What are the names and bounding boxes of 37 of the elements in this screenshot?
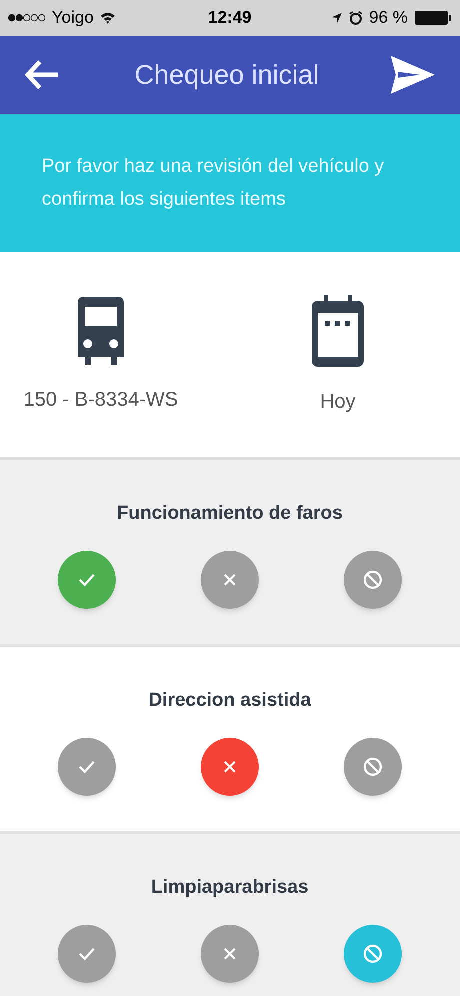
close-icon: [222, 572, 237, 586]
prohibited-icon: [362, 570, 383, 590]
check-title: Limpiaparabrisas: [151, 876, 309, 900]
battery-percentage: 96 %: [369, 7, 408, 30]
inspection-date: Hoy: [320, 390, 356, 414]
location-arrow-icon: [331, 12, 344, 24]
instruction-text: Por favor haz una revisión del vehículo y confirma los siguientes items: [42, 155, 386, 212]
cross-button[interactable]: [200, 924, 259, 982]
check-icon: [78, 946, 96, 960]
close-icon: [222, 760, 237, 774]
clock: 12:49: [208, 7, 252, 30]
send-icon: [390, 55, 436, 95]
check-icon: [78, 572, 96, 586]
check-button[interactable]: [58, 550, 116, 608]
back-arrow-icon: [24, 59, 60, 91]
calendar-icon: [310, 292, 366, 368]
carrier-name: Yoigo: [52, 7, 94, 30]
prohibited-icon: [362, 756, 383, 776]
cross-button[interactable]: [200, 550, 259, 608]
check-button[interactable]: [58, 738, 116, 796]
screen-title: Chequeo inicial: [134, 58, 320, 92]
signal-icon: [8, 14, 46, 22]
prohibited-icon: [362, 944, 383, 964]
battery-icon: [414, 10, 452, 26]
alarm-clock-icon: [349, 11, 364, 25]
vehicle-id: 150 - B-8334-WS: [24, 388, 178, 412]
not-applicable-button[interactable]: [344, 550, 402, 608]
check-button[interactable]: [58, 924, 116, 982]
bus-icon: [76, 294, 126, 366]
close-icon: [222, 946, 237, 960]
check-icon: [78, 760, 96, 774]
not-applicable-button[interactable]: [344, 738, 402, 796]
cross-button[interactable]: [200, 738, 259, 796]
not-applicable-button[interactable]: [344, 924, 402, 982]
check-title: Direccion asistida: [148, 689, 312, 713]
check-title: Funcionamiento de faros: [117, 502, 343, 526]
wifi-icon: [100, 12, 116, 24]
